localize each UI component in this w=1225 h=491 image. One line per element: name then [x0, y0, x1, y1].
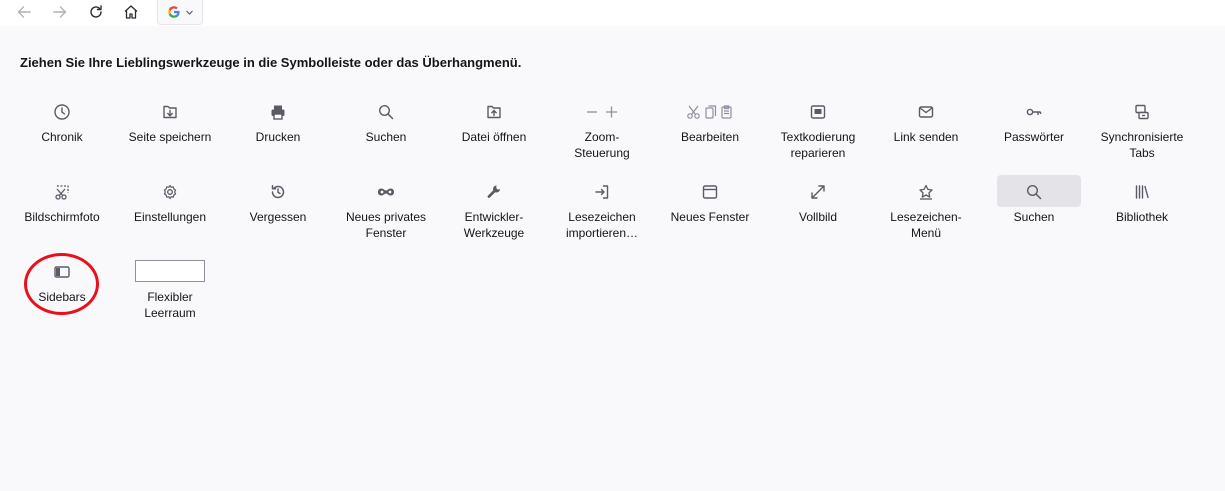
tool-label: Drucken — [255, 130, 301, 144]
open-file-icon — [487, 105, 501, 119]
wrench-icon — [487, 185, 500, 198]
browser-toolbar — [0, 0, 1225, 26]
tool-label: Zoom- Steuerung — [574, 130, 630, 160]
tool-label: Flexibler Leerraum — [144, 290, 196, 320]
tool-label: Suchen — [1013, 210, 1055, 224]
tool-label: Bearbeiten — [680, 130, 740, 144]
arrow-left-icon — [17, 6, 31, 18]
cut-copy-paste-icon — [687, 105, 732, 119]
tool-label: Bildschirmfoto — [24, 210, 100, 224]
tool-fullscreen[interactable]: Vollbild — [764, 181, 872, 225]
home-button[interactable] — [118, 0, 144, 24]
printer-icon — [271, 105, 285, 120]
synced-tabs-icon — [1135, 104, 1149, 120]
tool-private-window[interactable]: Neues privates Fenster — [332, 181, 440, 241]
tool-bookmarks-menu[interactable]: Lesezeichen- Menü — [872, 181, 980, 241]
tool-label: Einstellungen — [133, 210, 207, 224]
tool-label: Seite speichern — [128, 130, 212, 144]
tool-settings[interactable]: Einstellungen — [116, 181, 224, 225]
tool-history[interactable]: Chronik — [8, 101, 116, 145]
tool-label: Vergessen — [249, 210, 307, 224]
tool-label: Lesezeichen- Menü — [890, 210, 962, 240]
tool-label: Vollbild — [798, 210, 838, 224]
mail-icon — [918, 106, 934, 118]
search-icon — [1026, 184, 1042, 200]
tool-developer-tools[interactable]: Entwickler- Werkzeuge — [440, 181, 548, 241]
forward-button[interactable] — [47, 0, 73, 24]
private-mask-icon — [378, 188, 394, 196]
home-icon — [124, 5, 138, 19]
customize-heading: Ziehen Sie Ihre Lieblingswerkzeuge in di… — [20, 55, 522, 70]
tool-label: Neues Fenster — [670, 210, 750, 224]
tool-search[interactable]: Suchen — [980, 181, 1088, 225]
save-page-icon — [163, 105, 177, 119]
tool-save-page[interactable]: Seite speichern — [116, 101, 224, 145]
google-icon — [167, 6, 180, 18]
forget-icon — [271, 185, 285, 199]
import-icon — [595, 185, 609, 199]
tool-label: Suchen — [365, 130, 407, 144]
tool-label: Passwörter — [1003, 130, 1065, 144]
tool-find[interactable]: Suchen — [332, 101, 440, 145]
window-icon — [702, 185, 718, 199]
tool-label: Textkodierung reparieren — [780, 130, 856, 160]
tool-screenshot[interactable]: Bildschirmfoto — [8, 181, 116, 225]
flexible-space-box — [135, 260, 205, 282]
tool-new-window[interactable]: Neues Fenster — [656, 181, 764, 225]
tool-label: Lesezeichen importieren… — [565, 210, 639, 240]
search-icon — [378, 104, 394, 120]
tool-print[interactable]: Drucken — [224, 101, 332, 145]
tool-label: Entwickler- Werkzeuge — [463, 210, 525, 240]
tool-passwords[interactable]: Passwörter — [980, 101, 1088, 145]
tool-label: Synchronisierte Tabs — [1100, 130, 1184, 160]
clock-icon — [54, 104, 70, 120]
back-button[interactable] — [11, 0, 37, 24]
tool-zoom-controls[interactable]: Zoom- Steuerung — [548, 101, 656, 161]
tool-label: Chronik — [41, 130, 83, 144]
tool-flexible-space[interactable]: Flexibler Leerraum — [116, 259, 224, 321]
tool-import-bookmarks[interactable]: Lesezeichen importieren… — [548, 181, 656, 241]
tool-edit-controls[interactable]: Bearbeiten — [656, 101, 764, 145]
tool-library[interactable]: Bibliothek — [1088, 181, 1196, 225]
tool-label: Neues privates Fenster — [345, 210, 427, 240]
arrow-right-icon — [53, 6, 67, 18]
tool-repair-encoding[interactable]: Textkodierung reparieren — [764, 101, 872, 161]
tool-email-link[interactable]: Link senden — [872, 101, 980, 145]
tool-open-file[interactable]: Datei öffnen — [440, 101, 548, 145]
tool-label: Datei öffnen — [461, 130, 527, 144]
tool-forget[interactable]: Vergessen — [224, 181, 332, 225]
tool-label: Bibliothek — [1115, 210, 1169, 224]
search-engine-selector[interactable] — [157, 0, 203, 25]
text-encoding-icon — [810, 105, 826, 119]
screenshot-icon — [55, 185, 69, 200]
zoom-icon — [587, 106, 617, 118]
key-icon — [1026, 108, 1042, 116]
fullscreen-icon — [811, 185, 825, 199]
tool-label: Link senden — [893, 130, 959, 144]
chevron-down-icon — [185, 10, 193, 15]
highlight-circle — [24, 253, 99, 315]
reload-icon — [90, 5, 102, 18]
library-icon — [1135, 185, 1149, 199]
gear-icon — [163, 184, 177, 200]
bookmark-star-icon — [919, 184, 933, 200]
reload-button[interactable] — [83, 0, 109, 24]
tool-synced-tabs[interactable]: Synchronisierte Tabs — [1088, 101, 1196, 161]
